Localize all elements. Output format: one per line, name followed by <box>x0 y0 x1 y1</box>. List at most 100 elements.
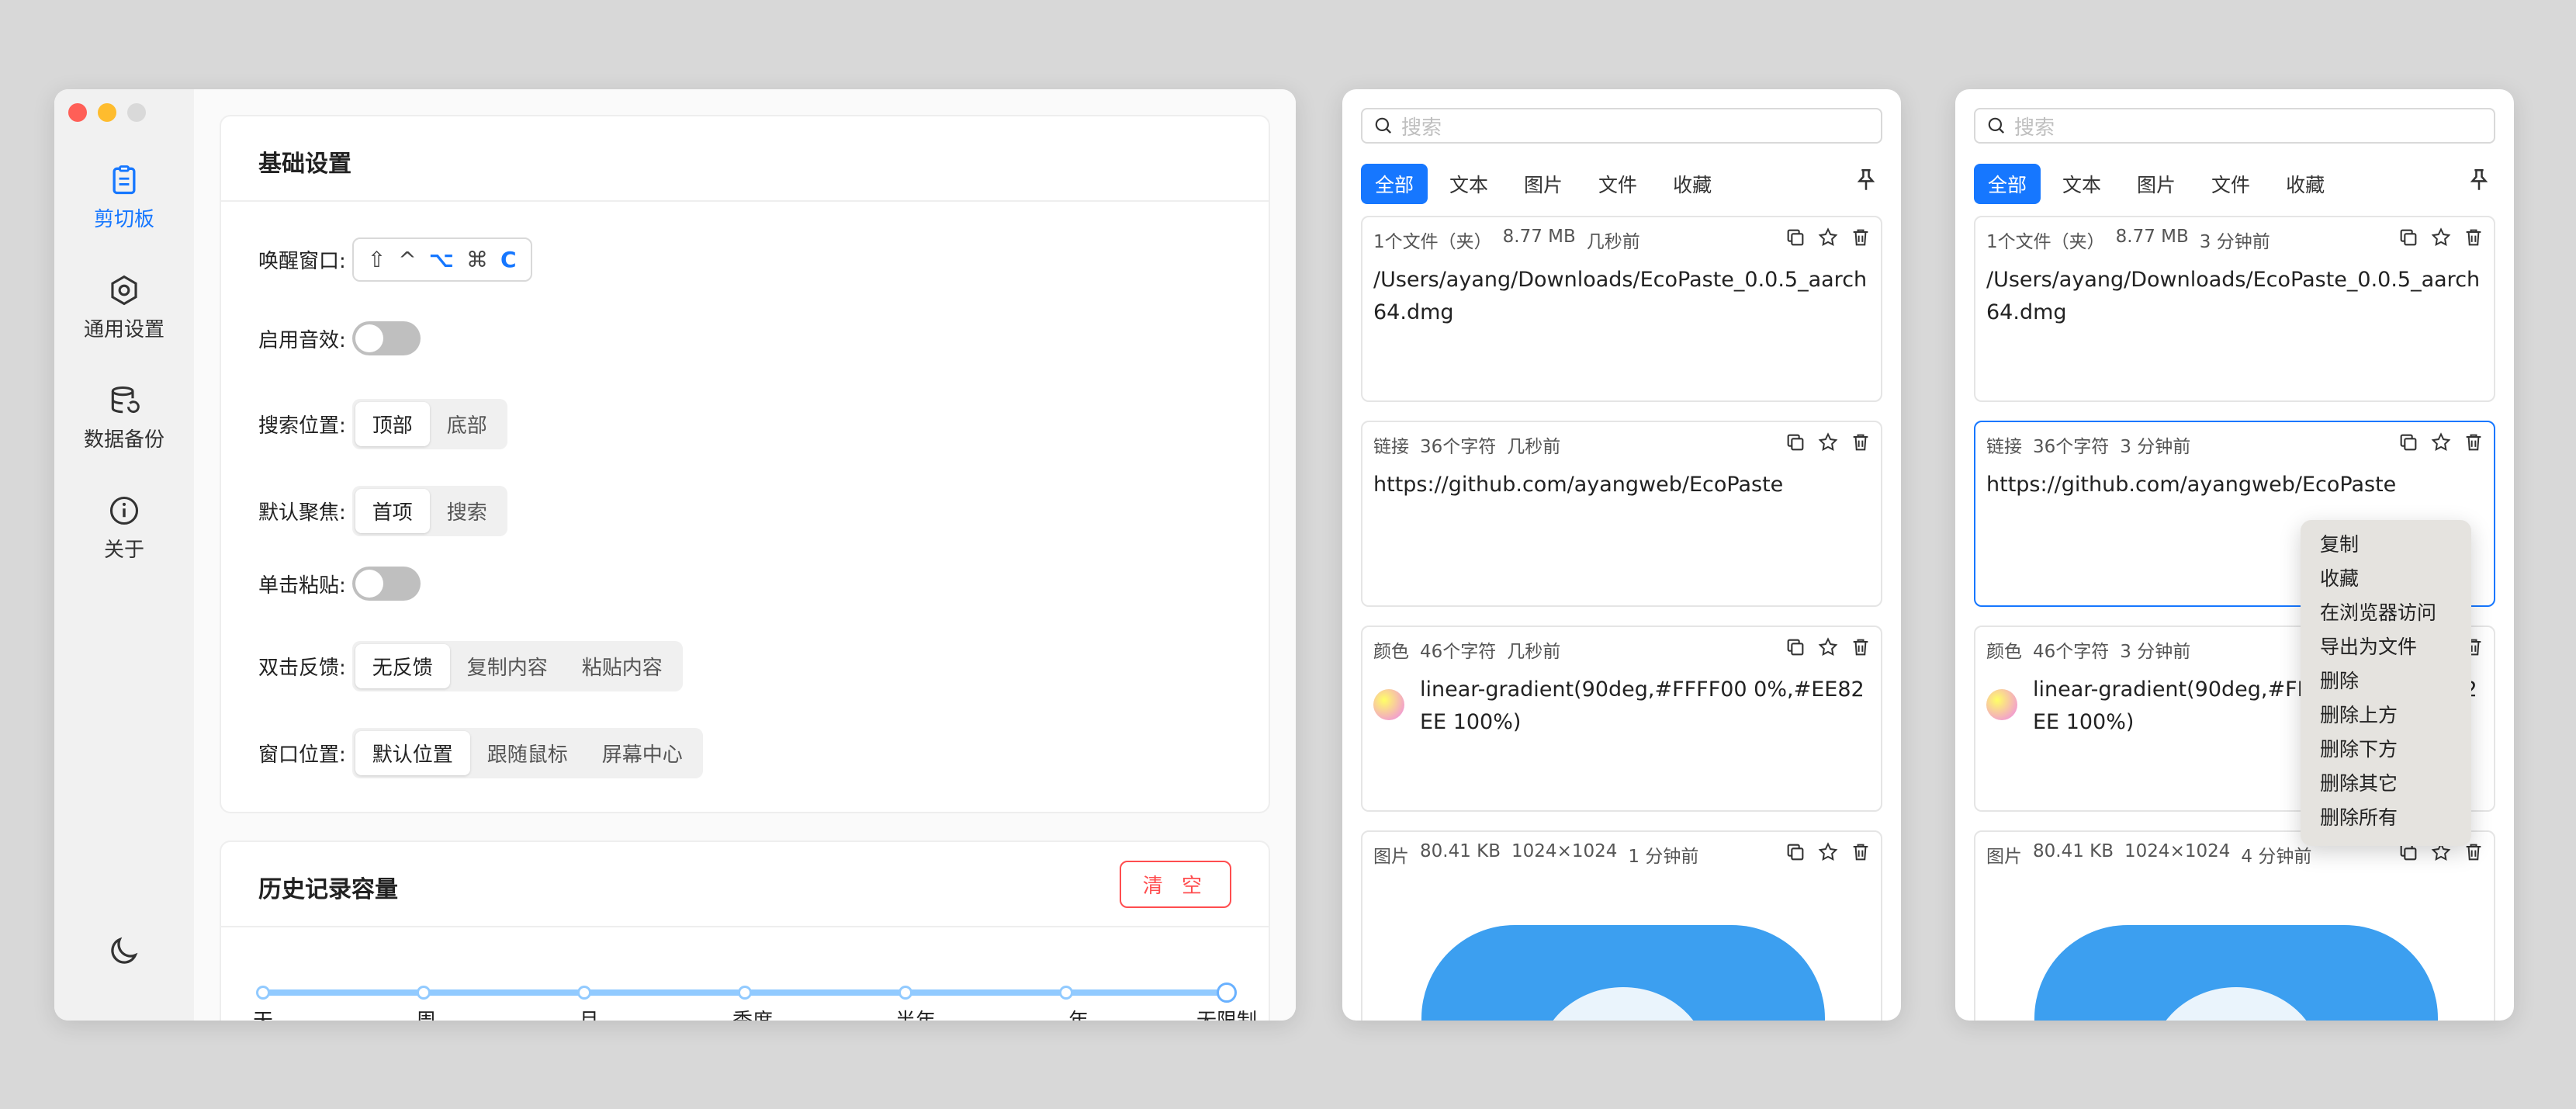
menu-item-open-browser[interactable]: 在浏览器访问 <box>2301 596 2471 630</box>
item-content: https://github.com/ayangweb/EcoPaste <box>1986 473 2397 497</box>
list-item[interactable]: 图片 80.41 KB 1024×1024 1 分钟前 <box>1361 830 1882 1021</box>
search-placeholder: 搜索 <box>2014 116 2055 140</box>
search-input[interactable]: 搜索 <box>1361 108 1882 144</box>
item-type: 图片 <box>1373 847 1409 867</box>
window-position-follow-mouse[interactable]: 跟随鼠标 <box>470 731 585 775</box>
star-icon[interactable] <box>1817 431 1839 453</box>
menu-item-delete-others[interactable]: 删除其它 <box>2301 767 2471 801</box>
star-icon[interactable] <box>2430 431 2452 453</box>
close-window-button[interactable] <box>68 103 87 122</box>
slider-tick[interactable] <box>417 986 431 1000</box>
copy-icon[interactable] <box>1785 227 1806 248</box>
tab-file[interactable]: 文件 <box>1584 164 1651 204</box>
slider-label: 周 <box>416 1005 436 1021</box>
slider-handle[interactable] <box>1217 983 1237 1003</box>
tab-all[interactable]: 全部 <box>1974 164 2041 204</box>
sidebar-item-backup[interactable]: 数据备份 <box>54 383 194 452</box>
slider-tick[interactable] <box>1058 986 1073 1000</box>
search-input[interactable]: 搜索 <box>1974 108 2495 144</box>
window-position-default[interactable]: 默认位置 <box>355 731 470 775</box>
sidebar-item-about[interactable]: 关于 <box>54 494 194 563</box>
trash-icon[interactable] <box>1850 841 1871 863</box>
item-meta: 1个文件（夹） 8.77 MB 3 分钟前 <box>1986 227 2270 253</box>
double-click-paste[interactable]: 粘贴内容 <box>565 644 680 688</box>
list-item[interactable]: 颜色 46个字符 几秒前 linear-gradient(90deg,#FFFF… <box>1361 626 1882 812</box>
menu-item-favorite[interactable]: 收藏 <box>2301 562 2471 596</box>
trash-icon[interactable] <box>2463 841 2484 863</box>
slider-tick[interactable] <box>738 986 752 1000</box>
default-focus-segmented: 首项 搜索 <box>351 486 507 536</box>
tab-all[interactable]: 全部 <box>1361 164 1428 204</box>
copy-icon[interactable] <box>1785 841 1806 863</box>
sound-label: 启用音效: <box>258 328 346 352</box>
clear-history-button[interactable]: 清 空 <box>1119 861 1231 908</box>
clipboard-window-left: 搜索 全部 文本 图片 文件 收藏 1个文件（夹） 8.77 MB 几秒前 /U… <box>1342 89 1901 1021</box>
slider-tick[interactable] <box>256 986 270 1000</box>
list-item[interactable]: 链接 36个字符 几秒前 https://github.com/ayangweb… <box>1361 421 1882 607</box>
history-slider[interactable] <box>256 983 1237 1003</box>
double-click-copy[interactable]: 复制内容 <box>450 644 565 688</box>
menu-item-delete[interactable]: 删除 <box>2301 664 2471 698</box>
tab-text[interactable]: 文本 <box>2048 164 2115 204</box>
copy-icon[interactable] <box>2398 227 2419 248</box>
tab-image[interactable]: 图片 <box>2123 164 2190 204</box>
menu-item-delete-below[interactable]: 删除下方 <box>2301 733 2471 767</box>
shift-key: ⇧ <box>367 247 386 272</box>
tab-favorites[interactable]: 收藏 <box>1659 164 1726 204</box>
item-type: 颜色 <box>1986 642 2022 662</box>
trash-icon[interactable] <box>2463 431 2484 453</box>
zoom-window-button[interactable] <box>127 103 146 122</box>
item-actions <box>1785 636 1871 658</box>
copy-icon[interactable] <box>1785 431 1806 453</box>
menu-item-delete-all[interactable]: 删除所有 <box>2301 801 2471 835</box>
sound-toggle[interactable] <box>351 321 421 355</box>
gear-icon <box>111 275 137 306</box>
clipboard-icon <box>113 165 136 195</box>
search-position-top[interactable]: 顶部 <box>355 402 430 446</box>
click-paste-row: 单击粘贴: <box>258 567 421 601</box>
click-paste-toggle[interactable] <box>351 567 421 601</box>
star-icon[interactable] <box>1817 227 1839 248</box>
trash-icon[interactable] <box>1850 636 1871 658</box>
search-position-label: 搜索位置: <box>258 414 346 438</box>
list-item[interactable]: 1个文件（夹） 8.77 MB 几秒前 /Users/ayang/Downloa… <box>1361 216 1882 402</box>
moon-icon[interactable] <box>106 934 141 969</box>
copy-icon[interactable] <box>1785 636 1806 658</box>
trash-icon[interactable] <box>1850 227 1871 248</box>
menu-item-copy[interactable]: 复制 <box>2301 528 2471 562</box>
default-focus-first[interactable]: 首项 <box>355 489 430 533</box>
slider-tick[interactable] <box>576 986 591 1000</box>
star-icon[interactable] <box>2430 227 2452 248</box>
menu-item-delete-above[interactable]: 删除上方 <box>2301 698 2471 733</box>
star-icon[interactable] <box>1817 636 1839 658</box>
shortcut-recorder[interactable]: ⇧ ^ ⌥ ⌘ C <box>351 237 532 282</box>
tab-file[interactable]: 文件 <box>2197 164 2264 204</box>
menu-item-export-file[interactable]: 导出为文件 <box>2301 630 2471 664</box>
tab-image[interactable]: 图片 <box>1510 164 1577 204</box>
double-click-none[interactable]: 无反馈 <box>355 644 450 688</box>
copy-icon[interactable] <box>2398 431 2419 453</box>
trash-icon[interactable] <box>2463 227 2484 248</box>
control-key: ^ <box>398 247 417 272</box>
tab-favorites[interactable]: 收藏 <box>2272 164 2339 204</box>
slider-tick[interactable] <box>898 986 913 1000</box>
item-size: 46个字符 <box>2033 642 2110 662</box>
pin-icon[interactable] <box>1853 167 1879 193</box>
tab-text[interactable]: 文本 <box>1435 164 1502 204</box>
list-item[interactable]: 图片 80.41 KB 1024×1024 4 分钟前 <box>1974 830 2495 1021</box>
star-icon[interactable] <box>1817 841 1839 863</box>
default-focus-search[interactable]: 搜索 <box>430 489 504 533</box>
click-paste-label: 单击粘贴: <box>258 574 346 598</box>
search-position-bottom[interactable]: 底部 <box>430 402 504 446</box>
item-meta: 链接 36个字符 几秒前 <box>1373 431 1560 458</box>
trash-icon[interactable] <box>1850 431 1871 453</box>
minimize-window-button[interactable] <box>98 103 116 122</box>
window-position-center[interactable]: 屏幕中心 <box>585 731 700 775</box>
filter-tabs: 全部 文本 图片 文件 收藏 <box>1974 164 2339 204</box>
database-icon <box>111 386 140 414</box>
sidebar-item-general[interactable]: 通用设置 <box>54 273 194 342</box>
list-item[interactable]: 1个文件（夹） 8.77 MB 3 分钟前 /Users/ayang/Downl… <box>1974 216 2495 402</box>
sidebar-item-clipboard[interactable]: 剪切板 <box>54 163 194 232</box>
pin-icon[interactable] <box>2466 167 2492 193</box>
window-position-row: 窗口位置: 默认位置 跟随鼠标 屏幕中心 <box>258 728 703 778</box>
